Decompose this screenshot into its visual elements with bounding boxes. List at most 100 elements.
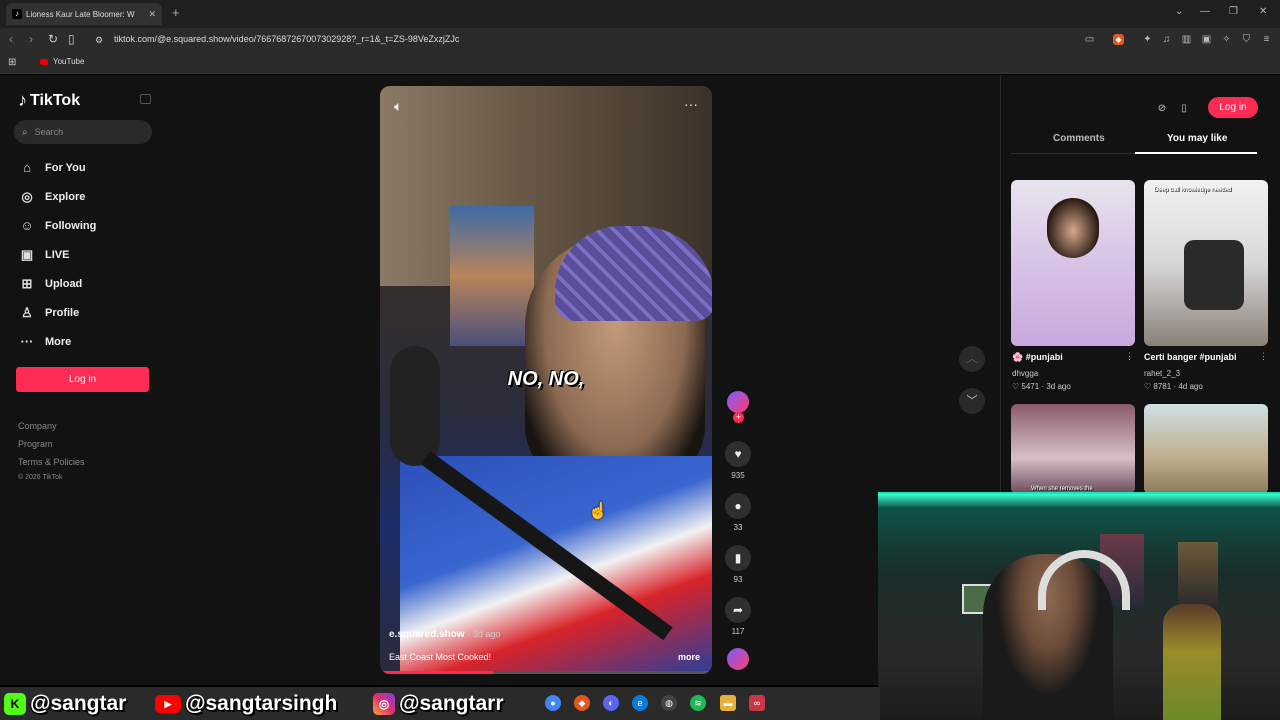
author-handle[interactable]: e.squared.show xyxy=(389,629,465,640)
browser-tab[interactable]: ♪ Lioness Kaur Late Bloomer: W ✕ xyxy=(6,3,162,25)
comment-action[interactable]: ● 33 xyxy=(725,493,751,532)
leo-icon[interactable]: ✧ xyxy=(1221,34,1232,45)
tiktok-logo[interactable]: ♪ TikTok xyxy=(18,90,80,111)
sound-disc-avatar[interactable] xyxy=(727,648,749,670)
footer-program[interactable]: Program xyxy=(18,439,53,449)
apps-grid-icon[interactable]: ⊞ xyxy=(8,57,16,68)
heart-outline-icon: ♡ xyxy=(1144,382,1152,391)
nav-label: LIVE xyxy=(45,249,70,261)
save-action[interactable]: ▮ 93 xyxy=(725,545,751,584)
brave-shield-icon[interactable]: ◆ xyxy=(1113,34,1124,45)
bookmark-icon[interactable]: ▯ xyxy=(68,32,75,46)
follow-plus-icon[interactable]: + xyxy=(733,412,744,423)
url-field[interactable]: tiktok.com/@e.squared.show/video/7667687… xyxy=(114,34,459,44)
nav-for-you[interactable]: ⌂ For You xyxy=(18,160,85,175)
card-meta: ♡ 5471 · 3d ago xyxy=(1012,382,1071,391)
compass-small-icon[interactable]: ⊘ xyxy=(1153,100,1171,118)
close-window-icon[interactable]: ✕ xyxy=(1259,6,1267,17)
vpn-icon[interactable]: ⛉ xyxy=(1241,34,1252,45)
login-button[interactable]: Log in xyxy=(16,367,149,392)
nav-upload[interactable]: ⊞ Upload xyxy=(18,276,83,292)
recommended-thumbnail[interactable] xyxy=(1011,180,1135,346)
forward-icon[interactable]: › xyxy=(29,32,33,46)
nav-live[interactable]: ▣ LIVE xyxy=(18,247,70,263)
footer-terms[interactable]: Terms & Policies xyxy=(18,457,85,467)
site-info-icon[interactable]: ⚙ xyxy=(95,35,103,46)
new-tab-button[interactable]: + xyxy=(172,5,180,20)
cast-icon[interactable]: ▭ xyxy=(1084,34,1095,45)
kick-icon: K xyxy=(4,693,26,715)
bookmark-youtube[interactable]: YouTube xyxy=(40,57,84,66)
video-progress-bar[interactable] xyxy=(380,671,712,674)
tab-search-icon[interactable]: ⌄ xyxy=(1175,6,1183,17)
sidebar-icon[interactable]: ▥ xyxy=(1181,34,1192,45)
video-frame-microphone xyxy=(390,346,440,466)
share-action[interactable]: ➦ 117 xyxy=(725,597,751,636)
chrome-taskbar-icon[interactable]: ● xyxy=(545,695,561,711)
volume-icon[interactable]: 🔈︎ xyxy=(394,98,402,115)
card-user[interactable]: dhvgga xyxy=(1012,369,1038,378)
nav-more[interactable]: ··· More xyxy=(18,334,72,349)
video-frame-poster xyxy=(450,206,534,346)
creator-avatar[interactable] xyxy=(727,391,749,413)
discord-taskbar-icon[interactable]: ◐ xyxy=(603,695,619,711)
card-title[interactable]: 🌸 #punjabi xyxy=(1012,352,1063,363)
app-taskbar-icon[interactable]: ∞ xyxy=(749,695,765,711)
tiktok-note-icon: ♪ xyxy=(18,90,27,110)
extensions-icon[interactable]: ✦ xyxy=(1142,34,1153,45)
share-arrow-icon[interactable]: ➦ xyxy=(725,597,751,623)
more-link[interactable]: more xyxy=(678,652,700,662)
card-options-icon[interactable]: ⋮ xyxy=(1259,351,1268,362)
edge-taskbar-icon[interactable]: e xyxy=(632,695,648,711)
active-tab-indicator xyxy=(1135,152,1257,154)
header-login-button[interactable]: Log in xyxy=(1208,97,1258,118)
webcam-wall-poster xyxy=(1178,542,1218,608)
nav-label: More xyxy=(45,335,72,348)
file-explorer-taskbar-icon[interactable]: ▬ xyxy=(720,695,736,711)
nav-profile[interactable]: ♙ Profile xyxy=(18,305,79,321)
plus-square-icon: ⊞ xyxy=(21,276,33,291)
wallet-icon[interactable]: ▣ xyxy=(1201,34,1212,45)
comment-icon[interactable]: ● xyxy=(725,493,751,519)
previous-video-icon[interactable]: ︿ xyxy=(959,346,985,372)
bookmark-save-icon[interactable]: ▮ xyxy=(725,545,751,571)
youtube-logo-icon: ▶ xyxy=(155,695,181,713)
tab-comments[interactable]: Comments xyxy=(1053,133,1105,144)
streamer-webcam xyxy=(878,492,1280,720)
card-user[interactable]: rahet_2_3 xyxy=(1144,369,1180,378)
card-title[interactable]: Certi banger #punjabi xyxy=(1144,352,1237,362)
reload-icon[interactable]: ↻ xyxy=(48,32,58,46)
video-player[interactable]: NO, NO, 🔈︎ ··· e.squared.show · 3d ago E… xyxy=(380,86,712,674)
back-icon[interactable]: ‹ xyxy=(9,32,13,46)
search-input[interactable]: ⌕ Search xyxy=(14,120,152,144)
card-meta: ♡ 8781 · 4d ago xyxy=(1144,382,1203,391)
search-icon: ⌕ xyxy=(22,126,28,138)
recommended-thumbnail[interactable]: When she removes the xyxy=(1011,404,1135,494)
brave-taskbar-icon[interactable]: ◆ xyxy=(574,695,590,711)
music-icon[interactable]: ♫ xyxy=(1161,34,1172,45)
obs-taskbar-icon[interactable]: ◍ xyxy=(661,695,677,711)
next-video-icon[interactable]: ﹀ xyxy=(959,388,985,414)
recommended-thumbnail[interactable] xyxy=(1144,404,1268,494)
search-placeholder: Search xyxy=(34,127,64,137)
menu-icon[interactable]: ≡ xyxy=(1261,34,1272,45)
heart-icon[interactable]: ♥ xyxy=(725,441,751,467)
nav-explore[interactable]: ◎ Explore xyxy=(18,189,85,205)
collapse-sidebar-icon[interactable] xyxy=(140,94,151,104)
tab-you-may-like[interactable]: You may like xyxy=(1167,133,1227,144)
video-options-icon[interactable]: ··· xyxy=(684,96,698,112)
thumbnail-person xyxy=(1047,198,1099,258)
footer-company[interactable]: Company xyxy=(18,421,57,431)
video-author[interactable]: e.squared.show · 3d ago xyxy=(389,629,500,640)
like-action[interactable]: ♥ 935 xyxy=(725,441,751,480)
nav-following[interactable]: ☺ Following xyxy=(18,218,96,233)
minimize-icon[interactable]: — xyxy=(1200,6,1210,17)
mobile-app-icon[interactable]: ▯ xyxy=(1175,100,1193,118)
footer-copyright: © 2026 TikTok xyxy=(18,474,63,481)
recommended-thumbnail[interactable]: Deep ball knowledge needed xyxy=(1144,180,1268,346)
maximize-icon[interactable]: ❐ xyxy=(1229,6,1238,17)
close-tab-icon[interactable]: ✕ xyxy=(148,9,156,20)
nav-label: Following xyxy=(45,219,97,232)
card-options-icon[interactable]: ⋮ xyxy=(1125,351,1134,362)
spotify-taskbar-icon[interactable]: ≋ xyxy=(690,695,706,711)
